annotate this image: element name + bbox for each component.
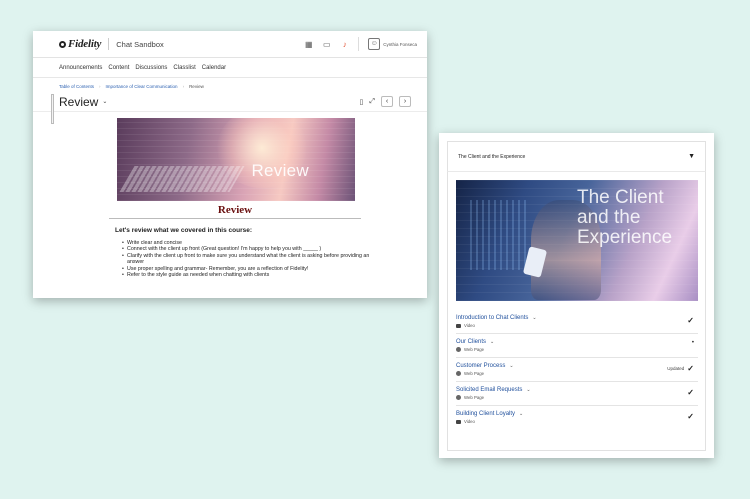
nav-content[interactable]: Content bbox=[108, 65, 129, 71]
fidelity-logo[interactable]: Fidelity bbox=[59, 38, 101, 50]
top-bar: Fidelity Chat Sandbox ▦ ▭ ♪ ☺ Cynthia Fo… bbox=[33, 31, 427, 58]
list-item: Refer to the style guide as needed when … bbox=[122, 272, 372, 279]
in-progress-icon: • bbox=[691, 340, 694, 346]
breadcrumb-module[interactable]: Importance of Clear Communication bbox=[106, 84, 178, 89]
video-icon bbox=[456, 323, 461, 328]
bell-alert-icon[interactable]: ♪ bbox=[340, 40, 349, 49]
review-page-window: Fidelity Chat Sandbox ▦ ▭ ♪ ☺ Cynthia Fo… bbox=[33, 31, 427, 298]
user-name: Cynthia Fonseca bbox=[383, 41, 417, 47]
lesson-title[interactable]: Introduction to Chat Clients bbox=[456, 315, 528, 321]
review-banner-image: Review bbox=[117, 118, 355, 201]
module-header[interactable]: The Client and the Experience ▼ bbox=[447, 141, 706, 171]
divider bbox=[358, 37, 360, 51]
lesson-title[interactable]: Customer Process bbox=[456, 363, 505, 369]
web-page-icon bbox=[456, 371, 461, 376]
hero-chart-graphic bbox=[470, 200, 530, 270]
list-item: Clarify with the client up front to make… bbox=[122, 253, 372, 266]
course-nav: Announcements Content Discussions Classl… bbox=[33, 58, 427, 78]
page-title-row: Review ⌄ ▯ ⤢ ‹ › bbox=[33, 92, 427, 124]
banner-caption: Review bbox=[251, 161, 309, 180]
module-hero-image: The Client and the Experience bbox=[456, 180, 698, 301]
divider bbox=[108, 38, 110, 50]
checkmark-icon: ✓ bbox=[687, 412, 694, 421]
web-page-icon bbox=[456, 347, 461, 352]
course-title[interactable]: Chat Sandbox bbox=[116, 40, 164, 49]
list-item[interactable]: Our Clients ⌄ Web Page • bbox=[456, 334, 698, 358]
content-heading: Review bbox=[109, 204, 361, 219]
module-body: The Client and the Experience Introducti… bbox=[447, 171, 706, 451]
lesson-title[interactable]: Our Clients bbox=[456, 339, 486, 345]
sidebar-toggle-handle[interactable] bbox=[51, 94, 54, 124]
video-icon bbox=[456, 419, 461, 424]
lead-text: Let's review what we covered in this cou… bbox=[115, 227, 253, 234]
page-title: Review bbox=[59, 94, 99, 109]
chevron-down-icon[interactable]: ⌄ bbox=[102, 98, 107, 105]
breadcrumb-separator: › bbox=[99, 83, 101, 89]
previous-button[interactable]: ‹ bbox=[381, 96, 393, 107]
nav-calendar[interactable]: Calendar bbox=[202, 65, 226, 71]
nav-classlist[interactable]: Classlist bbox=[173, 65, 195, 71]
web-page-icon bbox=[456, 395, 461, 400]
lesson-title[interactable]: Solicited Email Requests bbox=[456, 387, 522, 393]
bookmark-icon[interactable]: ▯ bbox=[360, 98, 364, 106]
collapse-caret-icon[interactable]: ▼ bbox=[688, 153, 695, 160]
keyboard-image bbox=[119, 166, 245, 192]
chevron-down-icon[interactable]: ⌄ bbox=[532, 315, 536, 321]
checkmark-icon: ✓ bbox=[687, 316, 694, 325]
nav-announcements[interactable]: Announcements bbox=[59, 65, 102, 71]
nav-discussions[interactable]: Discussions bbox=[135, 65, 167, 71]
apps-grid-icon[interactable]: ▦ bbox=[304, 40, 313, 49]
review-list: Write clear and concise Connect with the… bbox=[122, 240, 372, 279]
user-menu[interactable]: ☺ Cynthia Fonseca bbox=[368, 38, 417, 50]
list-item[interactable]: Customer Process ⌄ Web Page Updated ✓ bbox=[456, 358, 698, 382]
chevron-down-icon[interactable]: ⌄ bbox=[490, 339, 494, 345]
lesson-type: Web Page bbox=[464, 395, 484, 400]
fullscreen-icon[interactable]: ⤢ bbox=[369, 98, 375, 106]
lesson-type: Video bbox=[464, 323, 475, 328]
hero-caption: The Client and the Experience bbox=[577, 187, 673, 248]
lesson-type: Web Page bbox=[464, 371, 484, 376]
lesson-title[interactable]: Building Client Loyalty bbox=[456, 411, 515, 417]
breadcrumb: Table of Contents › Importance of Clear … bbox=[33, 80, 427, 92]
chevron-down-icon[interactable]: ⌄ bbox=[526, 387, 530, 393]
lesson-type: Web Page bbox=[464, 347, 484, 352]
chat-icon[interactable]: ▭ bbox=[322, 40, 331, 49]
list-item[interactable]: Solicited Email Requests ⌄ Web Page ✓ bbox=[456, 382, 698, 406]
breadcrumb-separator: › bbox=[182, 83, 185, 89]
lesson-status: Updated bbox=[667, 366, 685, 371]
list-item[interactable]: Building Client Loyalty ⌄ Video ✓ bbox=[456, 406, 698, 430]
lesson-list: Introduction to Chat Clients ⌄ Video ✓ Ou… bbox=[456, 310, 698, 430]
module-title: The Client and the Experience bbox=[458, 153, 526, 160]
lesson-type: Video bbox=[464, 419, 475, 424]
breadcrumb-toc[interactable]: Table of Contents bbox=[59, 84, 94, 89]
chevron-down-icon[interactable]: ⌄ bbox=[509, 363, 513, 369]
avatar-icon: ☺ bbox=[368, 38, 381, 50]
next-button[interactable]: › bbox=[399, 96, 411, 107]
list-item[interactable]: Introduction to Chat Clients ⌄ Video ✓ bbox=[456, 310, 698, 334]
chevron-down-icon[interactable]: ⌄ bbox=[519, 411, 523, 417]
module-window: The Client and the Experience ▼ The Clie… bbox=[439, 133, 714, 458]
checkmark-icon: ✓ bbox=[687, 364, 694, 373]
checkmark-icon: ✓ bbox=[687, 388, 694, 397]
breadcrumb-current: Review bbox=[189, 83, 204, 89]
